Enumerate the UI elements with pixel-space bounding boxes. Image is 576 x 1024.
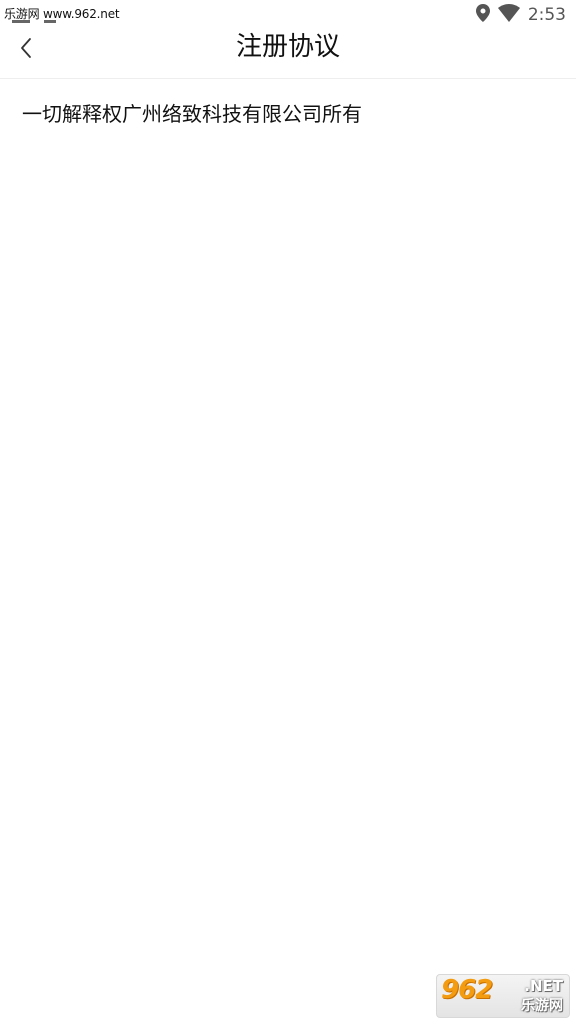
agreement-content: 一切解释权广州络致科技有限公司所有 xyxy=(22,100,552,128)
status-bar: 乐游网 www.962.net 2:53 xyxy=(0,0,576,30)
logo-name: 乐游网 xyxy=(521,998,563,1014)
logo-number: 962 xyxy=(441,975,493,1005)
site-logo: 962 .NET 乐游网 xyxy=(436,974,570,1018)
notification-icons xyxy=(12,20,62,26)
header-bar: 注册协议 xyxy=(0,30,576,79)
logo-suffix: .NET xyxy=(524,977,563,995)
status-time: 2:53 xyxy=(527,5,566,25)
wifi-icon xyxy=(497,4,520,26)
status-indicators: 2:53 xyxy=(475,3,566,27)
page-title: 注册协议 xyxy=(235,32,340,62)
agreement-text: 一切解释权广州络致科技有限公司所有 xyxy=(22,102,362,126)
app-screen: 乐游网 www.962.net 2:53 注册协议 一切解释权广州络致科技有限公… xyxy=(0,0,576,1024)
location-icon xyxy=(475,4,490,26)
